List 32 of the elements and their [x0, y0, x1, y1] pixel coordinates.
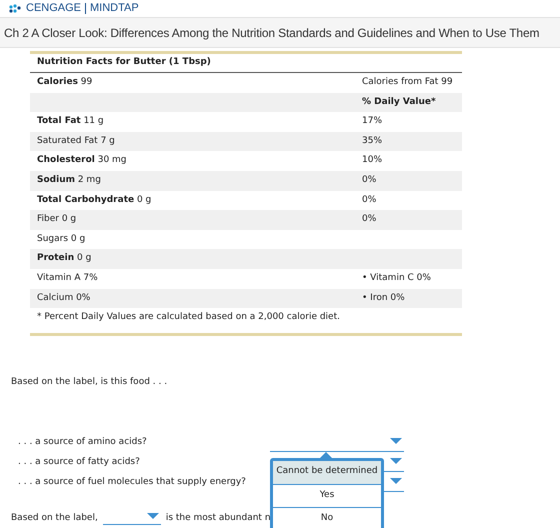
- column-heading: % Daily Value*: [362, 96, 436, 109]
- question-item: . . . a source of fuel molecules that supply energy?: [18, 476, 247, 490]
- page-title: Ch 2 A Closer Look: Differences Among the Nutrition Standards and Guidelines and When to Use Them: [0, 17, 560, 48]
- nutrient-label: Sugars 0 g: [37, 232, 86, 246]
- product-name: MINDTAP: [90, 1, 139, 16]
- nutrient-value: 0%: [362, 194, 376, 207]
- nutrient-label: Saturated Fat 7 g: [37, 134, 116, 148]
- nutrient-label: Total Fat 11 g: [37, 115, 105, 128]
- nutrient-value: • Vitamin C 0%: [362, 272, 431, 285]
- nutrient-label: Cholesterol 30 mg: [37, 154, 128, 168]
- nutrient-label: Fiber 0 g: [37, 213, 78, 226]
- nutrient-label: Sodium 2 mg: [37, 174, 102, 188]
- nutrient-label: Vitamin A 7%: [37, 272, 99, 285]
- nutrient-label: Protein 0 g: [37, 252, 92, 266]
- nutrient-value: Calories from Fat 99: [362, 76, 453, 90]
- nutrient-label: Total Carbohydrate 0 g: [37, 194, 152, 207]
- nutrient-value: • Iron 0%: [362, 292, 405, 305]
- nutrient-label: Calcium 0%: [37, 292, 92, 305]
- nutrient-value: 35%: [362, 134, 382, 148]
- sentence-text: Based on the label,: [11, 512, 98, 525]
- sentence-text: is the most abundant n: [166, 512, 271, 525]
- brand-name: CENGAGE: [26, 1, 82, 16]
- label-title: Nutrition Facts for Butter (1 Tbsp): [37, 56, 211, 70]
- nutrient-value: 0%: [362, 213, 376, 226]
- nutrient-value: 10%: [362, 154, 382, 168]
- question-item: . . . a source of fatty acids?: [18, 456, 141, 470]
- question-text: Based on the label, is this food . . .: [11, 376, 168, 390]
- nutrient-value: 0%: [362, 174, 376, 188]
- question-item: . . . a source of amino acids?: [18, 436, 148, 450]
- nutrient-value: 17%: [362, 115, 382, 128]
- nutrient-label: Calories 99: [37, 76, 94, 90]
- footnote: * Percent Daily Values are calculated based on a 2,000 calorie diet.: [37, 310, 340, 324]
